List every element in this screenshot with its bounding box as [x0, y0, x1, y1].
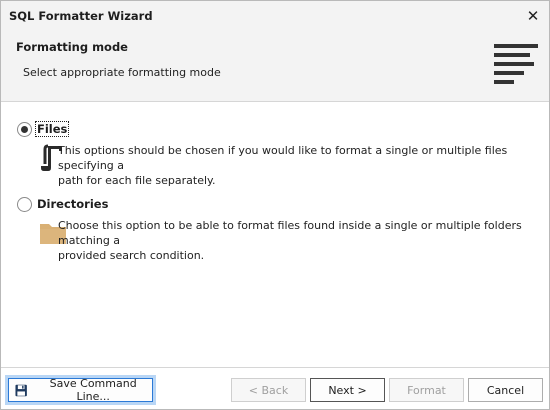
- title-bar: SQL Formatter Wizard ✕: [1, 1, 549, 31]
- next-button[interactable]: Next >: [310, 378, 385, 402]
- window-title: SQL Formatter Wizard: [9, 9, 153, 23]
- files-radio[interactable]: [17, 121, 32, 137]
- format-lines-icon: [494, 44, 538, 90]
- page-subtitle: Select appropriate formatting mode: [23, 66, 221, 79]
- files-description-line2: path for each file separately.: [58, 174, 216, 187]
- directories-description-line1: Choose this option to be able to format …: [58, 219, 522, 247]
- files-radio-row[interactable]: Files: [17, 120, 70, 138]
- save-disk-icon: [15, 384, 27, 396]
- divider: [1, 367, 549, 368]
- save-command-line-label: Save Command Line...: [49, 377, 137, 403]
- directories-radio[interactable]: [17, 196, 32, 212]
- directories-label[interactable]: Directories: [36, 197, 109, 211]
- option-directories: Directories: [17, 195, 109, 213]
- divider: [1, 101, 549, 102]
- page-title: Formatting mode: [16, 40, 128, 54]
- option-files: Files: [17, 120, 70, 138]
- radio-selected-dot: [21, 125, 28, 133]
- directories-description: Choose this option to be able to format …: [58, 218, 528, 263]
- files-label[interactable]: Files: [34, 121, 70, 137]
- save-command-line-button[interactable]: Save Command Line...: [8, 377, 153, 403]
- files-description: This options should be chosen if you wou…: [58, 143, 528, 188]
- directories-description-line2: provided search condition.: [58, 249, 205, 262]
- back-button[interactable]: < Back: [231, 378, 306, 402]
- files-description-line1: This options should be chosen if you wou…: [58, 144, 508, 172]
- format-button[interactable]: Format: [389, 378, 464, 402]
- cancel-button[interactable]: Cancel: [468, 378, 543, 402]
- directories-radio-row[interactable]: Directories: [17, 195, 109, 213]
- wizard-header: Formatting mode Select appropriate forma…: [1, 31, 549, 101]
- close-icon[interactable]: ✕: [521, 4, 545, 28]
- wizard-window: SQL Formatter Wizard ✕ Formatting mode S…: [0, 0, 550, 410]
